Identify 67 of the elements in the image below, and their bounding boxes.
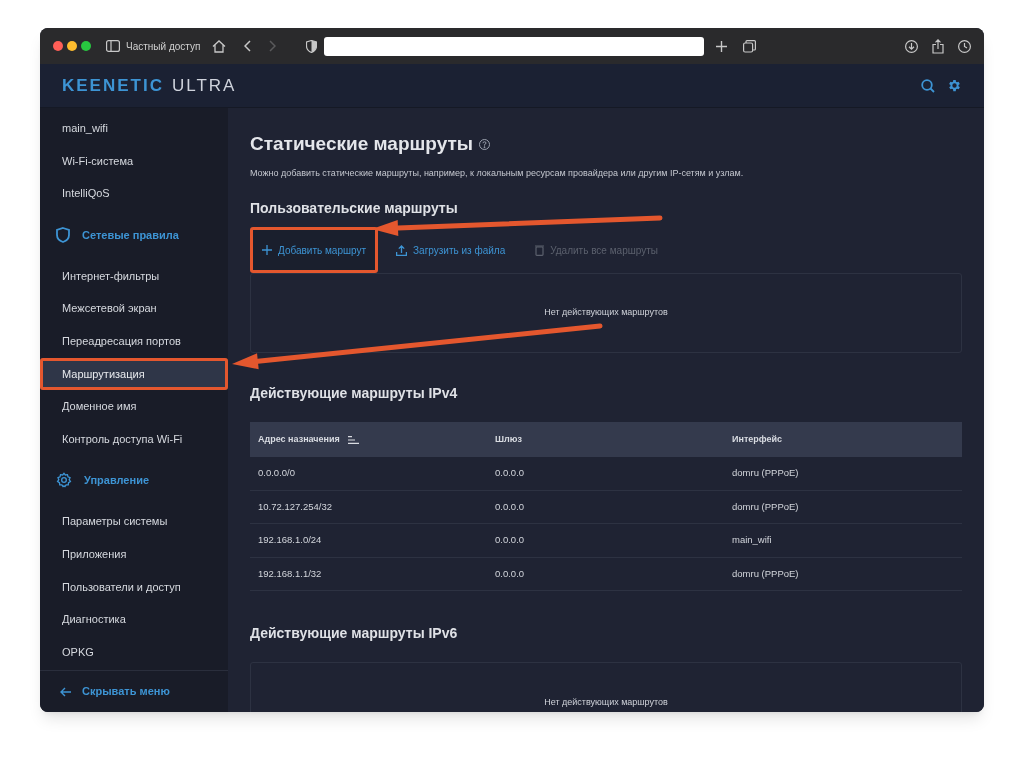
toolbar-action[interactable]: Загрузить из файла (384, 227, 518, 273)
sidebar-item[interactable]: Приложения (40, 537, 228, 571)
history-icon[interactable] (958, 39, 971, 53)
maximize-window-button[interactable] (81, 41, 91, 51)
sidebar-item[interactable]: Параметры системы (40, 505, 228, 538)
tabs-overview-icon[interactable] (743, 39, 757, 53)
sidebar-item[interactable]: Интернет-фильтры (40, 259, 228, 293)
shield-icon[interactable] (306, 39, 318, 53)
hide-menu-button[interactable]: Скрывать меню (60, 683, 170, 700)
search-icon[interactable] (921, 78, 935, 93)
sidebar-item[interactable]: Межсетевой экран (40, 292, 228, 325)
sidebar-item[interactable]: OPKG (40, 635, 228, 669)
toolbar-action[interactable]: Добавить маршрут (250, 227, 379, 273)
table-cell-text: main_wifi (731, 533, 773, 548)
sidebar-toggle-icon[interactable] (106, 40, 120, 52)
table-cell-text: 192.168.1.1/32 (257, 566, 323, 581)
sidebar-item[interactable]: Пользователи и доступ (40, 570, 228, 604)
sidebar-item[interactable]: Маршрутизация (40, 357, 228, 391)
settings-icon[interactable] (947, 78, 962, 93)
address-field[interactable] (324, 36, 705, 56)
section-heading: Действующие маршруты IPv4 (250, 384, 459, 403)
table-cell-text: domru (PPPoE) (731, 566, 800, 581)
table-cell-text: 0.0.0.0/0 (257, 466, 296, 481)
column-header[interactable]: Интерфейс (732, 432, 783, 447)
sidebar-item[interactable]: IntelliQoS (40, 177, 228, 210)
sidebar-item[interactable]: Wi-Fi-система (40, 144, 228, 178)
sidebar-section-title: Сетевые правила (82, 227, 179, 243)
table-cell-text: domru (PPPoE) (731, 466, 800, 481)
close-window-button[interactable] (53, 41, 63, 51)
page-title: Статические маршруты (250, 132, 474, 156)
sidebar-item[interactable]: Доменное имя (40, 390, 228, 423)
home-icon[interactable] (212, 39, 227, 53)
sidebar-item[interactable]: main_wifi (40, 112, 228, 145)
column-header[interactable]: Адрес назначения (258, 432, 340, 447)
section-heading: Пользовательские маршруты (250, 199, 459, 218)
table-cell-text: 0.0.0.0 (494, 466, 526, 481)
model-name: ULTRA (171, 74, 237, 97)
private-mode-label: Частный доступ (126, 39, 201, 54)
minimize-window-button[interactable] (67, 41, 77, 51)
table-cell-text: 192.168.1.0/24 (257, 533, 323, 548)
sort-icon[interactable] (347, 435, 359, 444)
table-cell-text: domru (PPPoE) (731, 499, 800, 514)
arrow-left-icon (60, 686, 72, 697)
brand-logo: KEENETIC (62, 74, 164, 97)
table-cell-text: 0.0.0.0 (494, 533, 526, 548)
section-heading: Действующие маршруты IPv6 (250, 624, 459, 643)
back-icon[interactable] (244, 40, 252, 52)
sidebar-item[interactable]: Переадресация портов (40, 324, 228, 358)
trash-icon (535, 244, 545, 256)
page-description: Можно добавить статические маршруты, например, к локальным ресурсам провайдера или другим IP-сетям и узлам. (250, 166, 745, 180)
sidebar-section-title: Управление (84, 473, 149, 489)
empty-message: Нет действующих маршрутов (544, 696, 668, 710)
table-cell-text: 10.72.127.254/32 (257, 499, 333, 514)
share-icon[interactable] (932, 38, 944, 54)
table-cell-text: 0.0.0.0 (494, 566, 526, 581)
gear-icon (56, 472, 72, 489)
table-cell-text: 0.0.0.0 (494, 499, 526, 514)
new-tab-icon[interactable] (716, 40, 728, 52)
sidebar-item[interactable]: Контроль доступа Wi-Fi (40, 422, 228, 456)
column-header[interactable]: Шлюз (495, 432, 522, 447)
upload-icon (396, 244, 408, 256)
help-icon[interactable] (479, 138, 491, 150)
empty-message: Нет действующих маршрутов (544, 306, 668, 320)
shield-icon (56, 226, 70, 243)
sidebar-item[interactable]: Диагностика (40, 603, 228, 636)
download-icon[interactable] (905, 39, 918, 53)
plus-icon (262, 245, 272, 255)
